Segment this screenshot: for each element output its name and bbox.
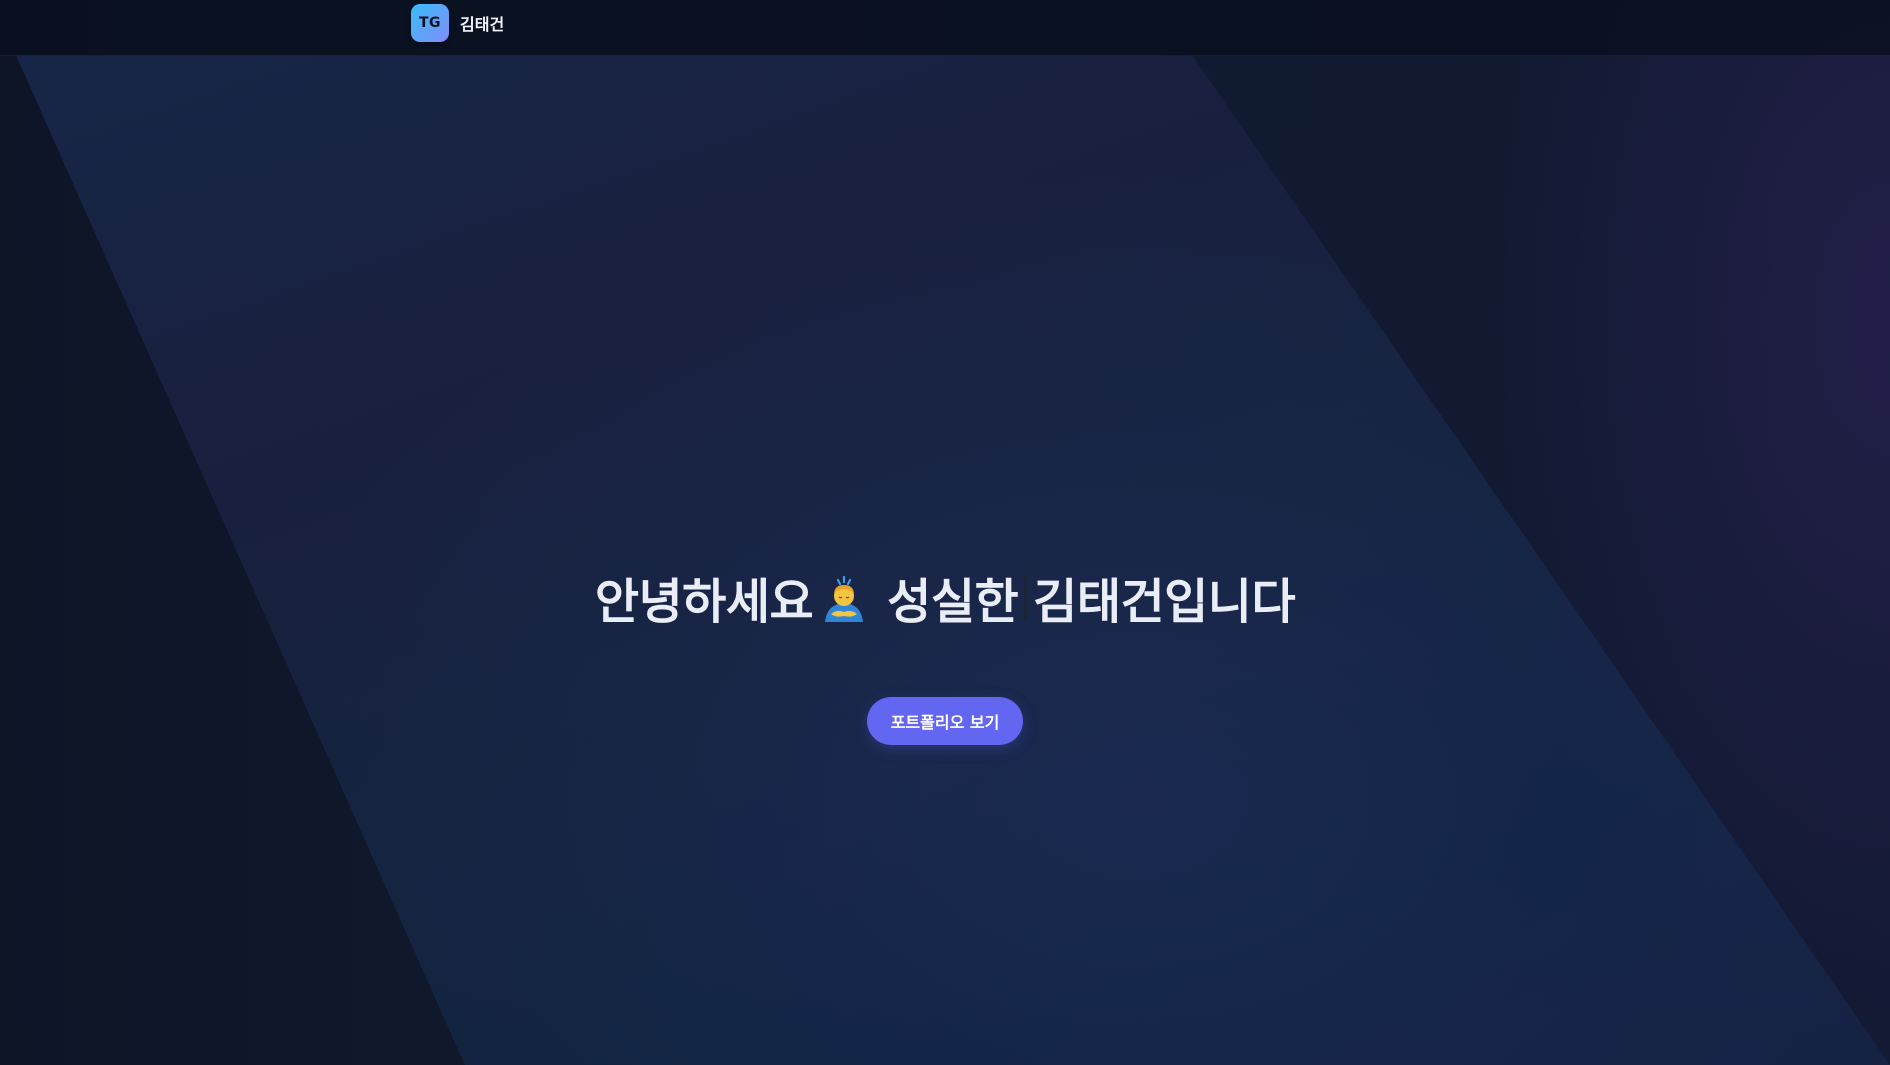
hero-section: 안녕하세요 성실한 김태건입니다 포트폴리오 보기 (0, 530, 1890, 746)
brand-name: 김태건 (460, 15, 505, 34)
top-navbar: TG 김태건 (0, 0, 1890, 56)
logo-badge: TG (411, 4, 449, 42)
brand-home-link[interactable]: TG 김태건 (411, 4, 504, 42)
headline-tagline-part1: 성실한 (887, 574, 1019, 631)
person-bowing-icon (819, 574, 869, 624)
view-portfolio-button[interactable]: 포트폴리오 보기 (866, 697, 1024, 746)
headline-greeting: 안녕하세요 (594, 574, 814, 631)
typing-caret (1024, 574, 1028, 621)
headline-tagline-part2: 김태건입니다 (1033, 574, 1296, 631)
hero-headline: 안녕하세요 성실한 김태건입니다 (594, 562, 1296, 632)
page: TG 김태건 안녕하세요 성실한 김태건입니다 포트폴리오 보기 (0, 0, 1890, 1065)
logo-text: TG (418, 15, 442, 31)
